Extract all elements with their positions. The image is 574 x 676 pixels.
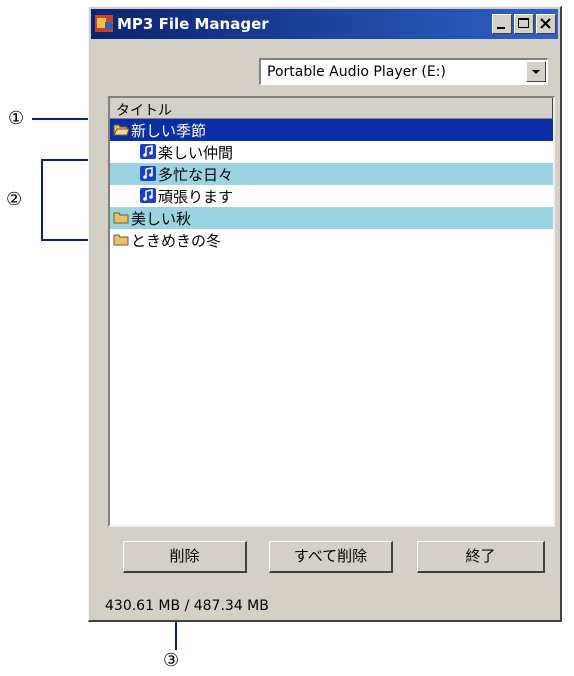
maximize-icon	[518, 18, 529, 28]
delete-all-button[interactable]: すべて削除	[269, 541, 393, 573]
title-bar[interactable]: MP3 File Manager	[91, 9, 558, 39]
list-item[interactable]: 楽しい仲間	[110, 141, 553, 163]
app-icon	[95, 15, 113, 32]
folder-icon	[113, 234, 129, 246]
list-item-label: 新しい季節	[131, 122, 207, 140]
file-list[interactable]: タイトル 新しい季節 楽しい仲間 多忙な日々 頑張ります 美しい秋 ときめきの冬	[108, 96, 555, 527]
minimize-icon	[497, 27, 505, 29]
folder-icon	[113, 212, 129, 224]
device-select[interactable]: Portable Audio Player (E:)	[259, 58, 548, 85]
list-item[interactable]: ときめきの冬	[110, 229, 553, 251]
callout-two: ②	[6, 189, 23, 210]
device-select-value: Portable Audio Player (E:)	[267, 64, 446, 80]
music-note-icon	[140, 144, 156, 159]
list-item[interactable]: 新しい季節	[110, 119, 553, 141]
music-note-icon	[140, 188, 156, 203]
exit-button[interactable]: 終了	[417, 541, 545, 573]
close-button[interactable]	[536, 14, 556, 34]
column-header-title[interactable]: タイトル	[110, 98, 553, 119]
callout-three: ③	[163, 650, 180, 671]
dropdown-arrow-button[interactable]	[526, 61, 546, 82]
list-item-label: ときめきの冬	[131, 232, 222, 250]
list-item-label: 楽しい仲間	[158, 144, 234, 162]
list-item[interactable]: 多忙な日々	[110, 163, 553, 185]
delete-button[interactable]: 削除	[123, 541, 247, 573]
mp3-file-manager-window: MP3 File Manager Portable Audio Player (…	[88, 6, 562, 622]
list-item[interactable]: 美しい秋	[110, 207, 553, 229]
storage-usage-status: 430.61 MB / 487.34 MB	[105, 598, 269, 614]
column-header-label: タイトル	[116, 103, 172, 119]
window-title: MP3 File Manager	[117, 15, 269, 33]
close-icon	[540, 18, 551, 29]
list-item-label: 頑張ります	[158, 188, 234, 206]
maximize-button[interactable]	[514, 14, 534, 34]
list-item-label: 美しい秋	[131, 210, 192, 228]
callout-one: ①	[8, 108, 25, 129]
list-item-label: 多忙な日々	[158, 166, 234, 184]
chevron-down-icon	[532, 70, 540, 74]
music-note-icon	[140, 166, 156, 181]
folder-open-icon	[113, 124, 130, 136]
list-item[interactable]: 頑張ります	[110, 185, 553, 207]
minimize-button[interactable]	[492, 14, 512, 34]
